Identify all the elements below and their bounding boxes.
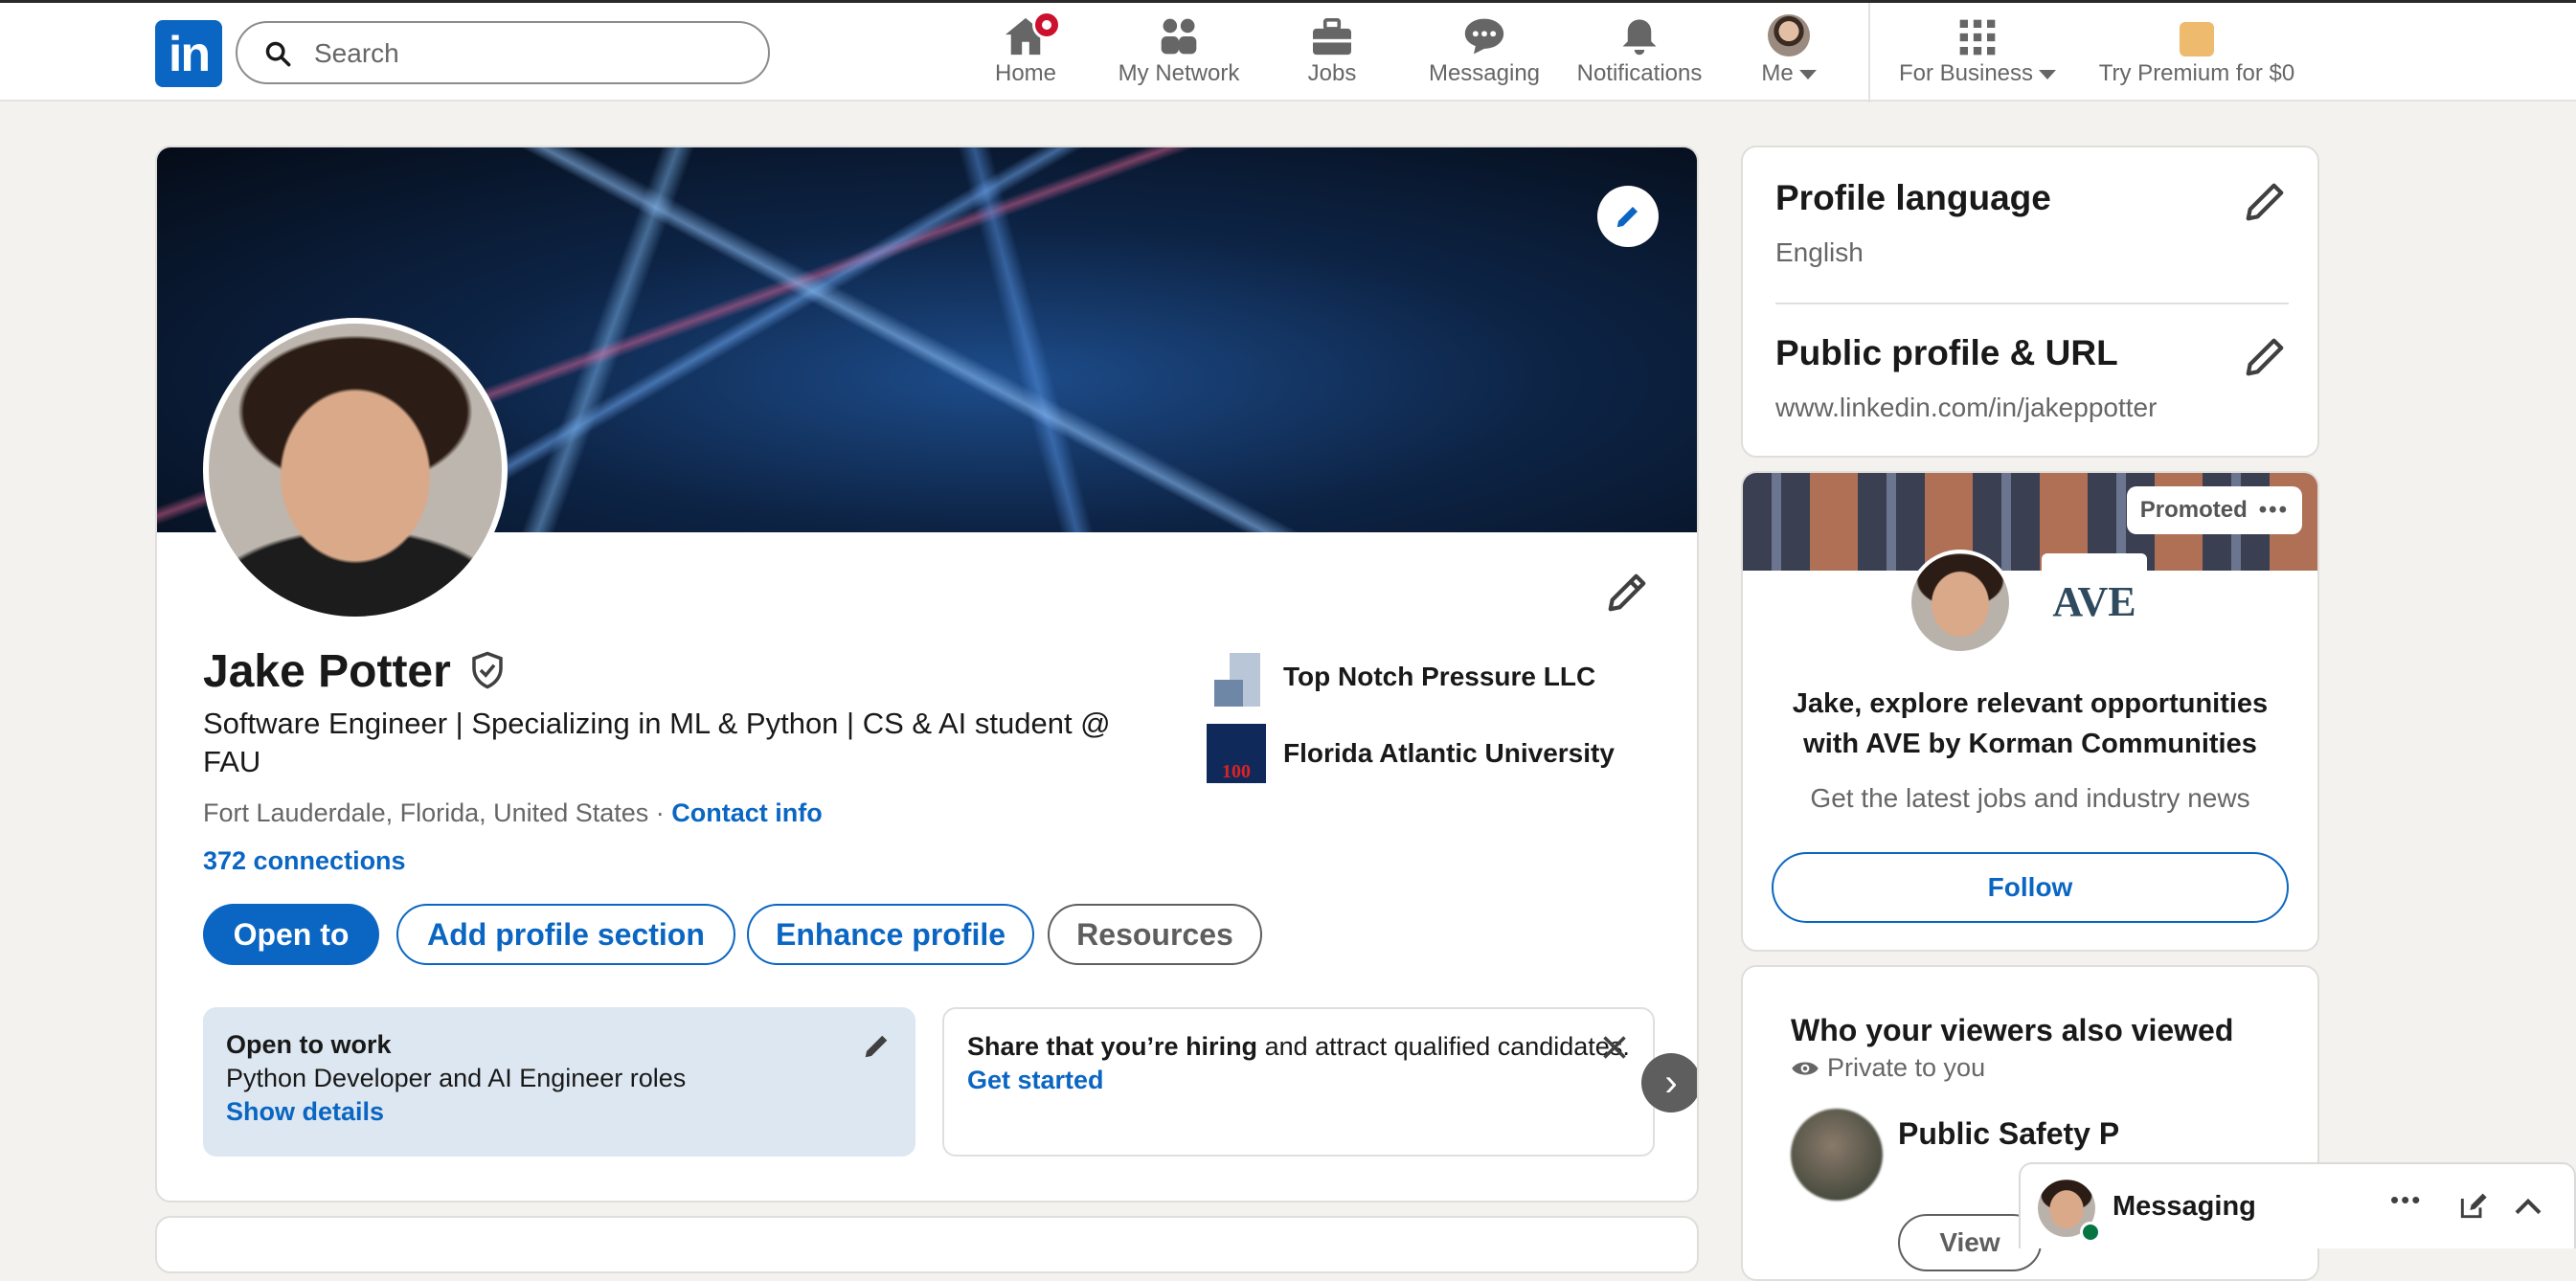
edit-url-pencil-icon[interactable] <box>2243 335 2287 379</box>
nav-messaging[interactable]: Messaging <box>1423 16 1546 93</box>
nav-me[interactable]: Me <box>1749 14 1829 93</box>
messaging-label: Messaging <box>2113 1191 2256 1222</box>
org-florida-atlantic-university[interactable]: 100 Florida Atlantic University <box>1207 724 1615 783</box>
people-icon <box>1161 18 1197 55</box>
briefcase-icon <box>1313 18 1351 56</box>
grid-icon <box>1959 19 1996 56</box>
ave-company-logo: AVE <box>2042 553 2147 649</box>
user-avatar <box>1768 14 1810 56</box>
nav-jobs[interactable]: Jobs <box>1291 16 1373 93</box>
linkedin-logo[interactable]: in <box>155 20 222 87</box>
search-input[interactable] <box>312 31 737 77</box>
public-profile-title: Public profile & URL <box>1775 333 2118 372</box>
edit-banner-button[interactable] <box>1597 186 1659 247</box>
online-status-dot <box>2080 1222 2101 1243</box>
contact-info-link[interactable]: Contact info <box>671 798 822 827</box>
follow-button[interactable]: Follow <box>1772 852 2289 923</box>
nav-try-premium[interactable]: Try Premium for $0 <box>2093 16 2300 93</box>
chevron-down-icon <box>1798 69 1817 79</box>
profile-language-value: English <box>1775 237 1864 267</box>
profile-headline: Software Engineer | Specializing in ML &… <box>203 707 1111 778</box>
eye-icon <box>1792 1061 1819 1075</box>
verified-shield-icon[interactable] <box>467 650 508 690</box>
nav-home[interactable]: Home <box>986 11 1065 93</box>
profile-photo[interactable] <box>203 318 508 622</box>
public-profile-url: www.linkedin.com/in/jakeppotter <box>1775 393 2158 422</box>
carousel-next-button[interactable]: › <box>1641 1053 1697 1112</box>
chevron-down-icon <box>2039 69 2057 79</box>
viewer-name[interactable]: Public Safety Professio <box>1898 1111 2118 1157</box>
top-navigation: in Home My Network Jobs Messaging Notifi… <box>0 0 2576 102</box>
edit-intro-pencil-icon[interactable] <box>1605 571 1649 615</box>
profile-settings-card: Profile language English Public profile … <box>1741 146 2319 458</box>
close-icon[interactable] <box>1601 1034 1628 1061</box>
compose-icon[interactable] <box>2457 1191 2488 1222</box>
connections-link[interactable]: 372 connections <box>203 846 406 876</box>
university-logo: 100 <box>1207 724 1266 783</box>
nav-divider <box>1868 3 1870 102</box>
promoted-ad-card: Promoted ••• AVE Jake, explore relevant … <box>1741 471 2319 952</box>
company-logo <box>1207 647 1266 707</box>
chevron-up-icon[interactable] <box>2513 1193 2543 1220</box>
share-hiring-card[interactable]: Share that you’re hiring and attract qua… <box>942 1007 1655 1157</box>
profile-location: Fort Lauderdale, Florida, United States … <box>203 798 823 827</box>
privacy-note: Private to you <box>1791 1053 1985 1083</box>
viewers-title: Who your viewers also viewed <box>1791 1013 2234 1047</box>
nav-notifications[interactable]: Notifications <box>1569 16 1710 93</box>
more-options-icon[interactable]: ••• <box>2390 1185 2422 1215</box>
chevron-right-icon: › <box>1664 1061 1678 1104</box>
viewer-avatar[interactable] <box>1791 1109 1883 1201</box>
resources-button[interactable]: Resources <box>1048 904 1262 965</box>
promo-headline: Jake, explore relevant opportunities wit… <box>1792 688 2269 759</box>
next-section-card <box>155 1216 1699 1273</box>
messaging-overlay[interactable]: Messaging ••• <box>2019 1162 2576 1248</box>
get-started-link[interactable]: Get started <box>967 1064 1630 1097</box>
promoted-badge[interactable]: Promoted ••• <box>2126 486 2302 534</box>
profile-name: Jake Potter <box>203 645 508 698</box>
notification-dot <box>1032 11 1061 39</box>
nav-my-network[interactable]: My Network <box>1109 16 1249 93</box>
profile-card: Jake Potter Software Engineer | Speciali… <box>155 146 1699 1202</box>
show-details-link[interactable]: Show details <box>226 1095 893 1129</box>
nav-for-business[interactable]: For Business <box>1888 16 2067 93</box>
chat-icon <box>1464 18 1504 55</box>
search-box[interactable] <box>236 21 770 84</box>
edit-language-pencil-icon[interactable] <box>2243 180 2287 224</box>
enhance-profile-button[interactable]: Enhance profile <box>747 904 1034 965</box>
user-avatar <box>1908 550 2013 655</box>
bell-icon <box>1622 19 1657 56</box>
premium-icon <box>2180 22 2214 56</box>
divider <box>1775 303 2289 304</box>
pencil-icon[interactable] <box>862 1032 891 1061</box>
profile-language-title: Profile language <box>1775 178 2051 217</box>
open-to-button[interactable]: Open to <box>203 904 379 965</box>
promo-subtext: Get the latest jobs and industry news <box>1810 783 2250 813</box>
org-top-notch-pressure[interactable]: Top Notch Pressure LLC <box>1207 647 1595 707</box>
pencil-icon <box>1616 207 1638 228</box>
search-icon <box>265 41 291 67</box>
more-options-icon[interactable]: ••• <box>2259 497 2289 524</box>
add-profile-section-button[interactable]: Add profile section <box>396 904 735 965</box>
open-to-work-card[interactable]: Open to work Python Developer and AI Eng… <box>203 1007 915 1157</box>
